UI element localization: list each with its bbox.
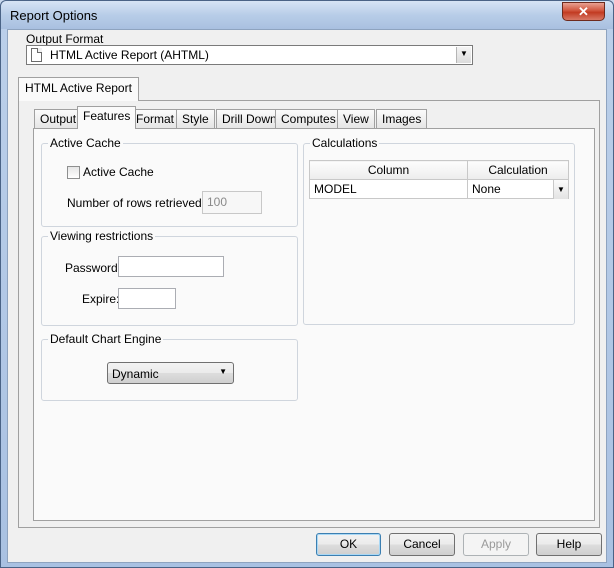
tab-features[interactable]: Features [77,106,137,129]
active-cache-checkbox[interactable] [67,166,80,179]
rows-retrieved-label: Number of rows retrieved: [67,196,206,210]
viewing-restrictions-group-label: Viewing restrictions [48,229,156,243]
chevron-down-icon[interactable]: ▼ [553,180,568,199]
tab-computes[interactable]: Computes [275,109,342,129]
chart-engine-group: Default Chart Engine Dynamic ▼ [41,332,298,401]
table-row[interactable]: MODEL None ▼ [309,179,569,199]
document-icon [31,48,42,62]
features-panel: Active Cache Active Cache Number of rows… [33,128,595,521]
tab-drill-down[interactable]: Drill Down [216,109,283,129]
close-icon[interactable]: ✕ [562,2,605,21]
tab-style[interactable]: Style [176,109,215,129]
apply-button[interactable]: Apply [463,533,529,556]
expire-input[interactable] [118,288,176,309]
chart-engine-group-label: Default Chart Engine [48,332,164,346]
tab-html-active-report[interactable]: HTML Active Report [18,77,139,101]
chevron-down-icon: ▼ [219,367,227,376]
window-title: Report Options [10,8,98,23]
output-format-value: HTML Active Report (AHTML) [50,48,209,62]
output-format-label: Output Format [26,32,104,46]
output-format-select[interactable]: HTML Active Report (AHTML) ▼ [26,45,473,65]
title-bar[interactable]: Report Options ✕ [1,1,613,29]
dialog-client-area: Output Format HTML Active Report (AHTML)… [7,29,607,563]
active-cache-group: Active Cache Active Cache Number of rows… [41,136,298,227]
calculations-group: Calculations Column Calculation MODEL No… [303,136,575,325]
column-header[interactable]: Column [309,160,468,180]
expire-label: Expire: [82,292,120,306]
calculations-table: Column Calculation MODEL None ▼ [309,160,569,199]
report-options-dialog: Report Options ✕ Output Format HTML Acti… [0,0,614,568]
chart-engine-value: Dynamic [112,367,159,381]
chart-engine-select[interactable]: Dynamic ▼ [107,362,234,384]
calculation-header[interactable]: Calculation [467,160,569,180]
ok-button[interactable]: OK [316,533,381,556]
tab-view[interactable]: View [337,109,375,129]
calculation-value: None [472,182,501,196]
password-input[interactable] [118,256,224,277]
column-cell[interactable]: MODEL [309,179,468,199]
tab-format[interactable]: Format [130,109,181,129]
password-label: Password: [65,261,122,275]
chevron-down-icon[interactable]: ▼ [456,47,471,63]
calculation-cell[interactable]: None ▼ [467,179,569,199]
active-cache-checkbox-label: Active Cache [83,165,154,179]
html-active-report-panel: Output Features Format Style Drill Down … [18,100,600,528]
rows-retrieved-input[interactable]: 100 [202,191,262,214]
help-button[interactable]: Help [536,533,602,556]
cancel-button[interactable]: Cancel [389,533,455,556]
tab-images[interactable]: Images [376,109,428,129]
active-cache-group-label: Active Cache [48,136,123,150]
tab-output[interactable]: Output [34,109,83,129]
calculations-group-label: Calculations [310,136,380,150]
viewing-restrictions-group: Viewing restrictions Password: Expire: [41,229,298,326]
